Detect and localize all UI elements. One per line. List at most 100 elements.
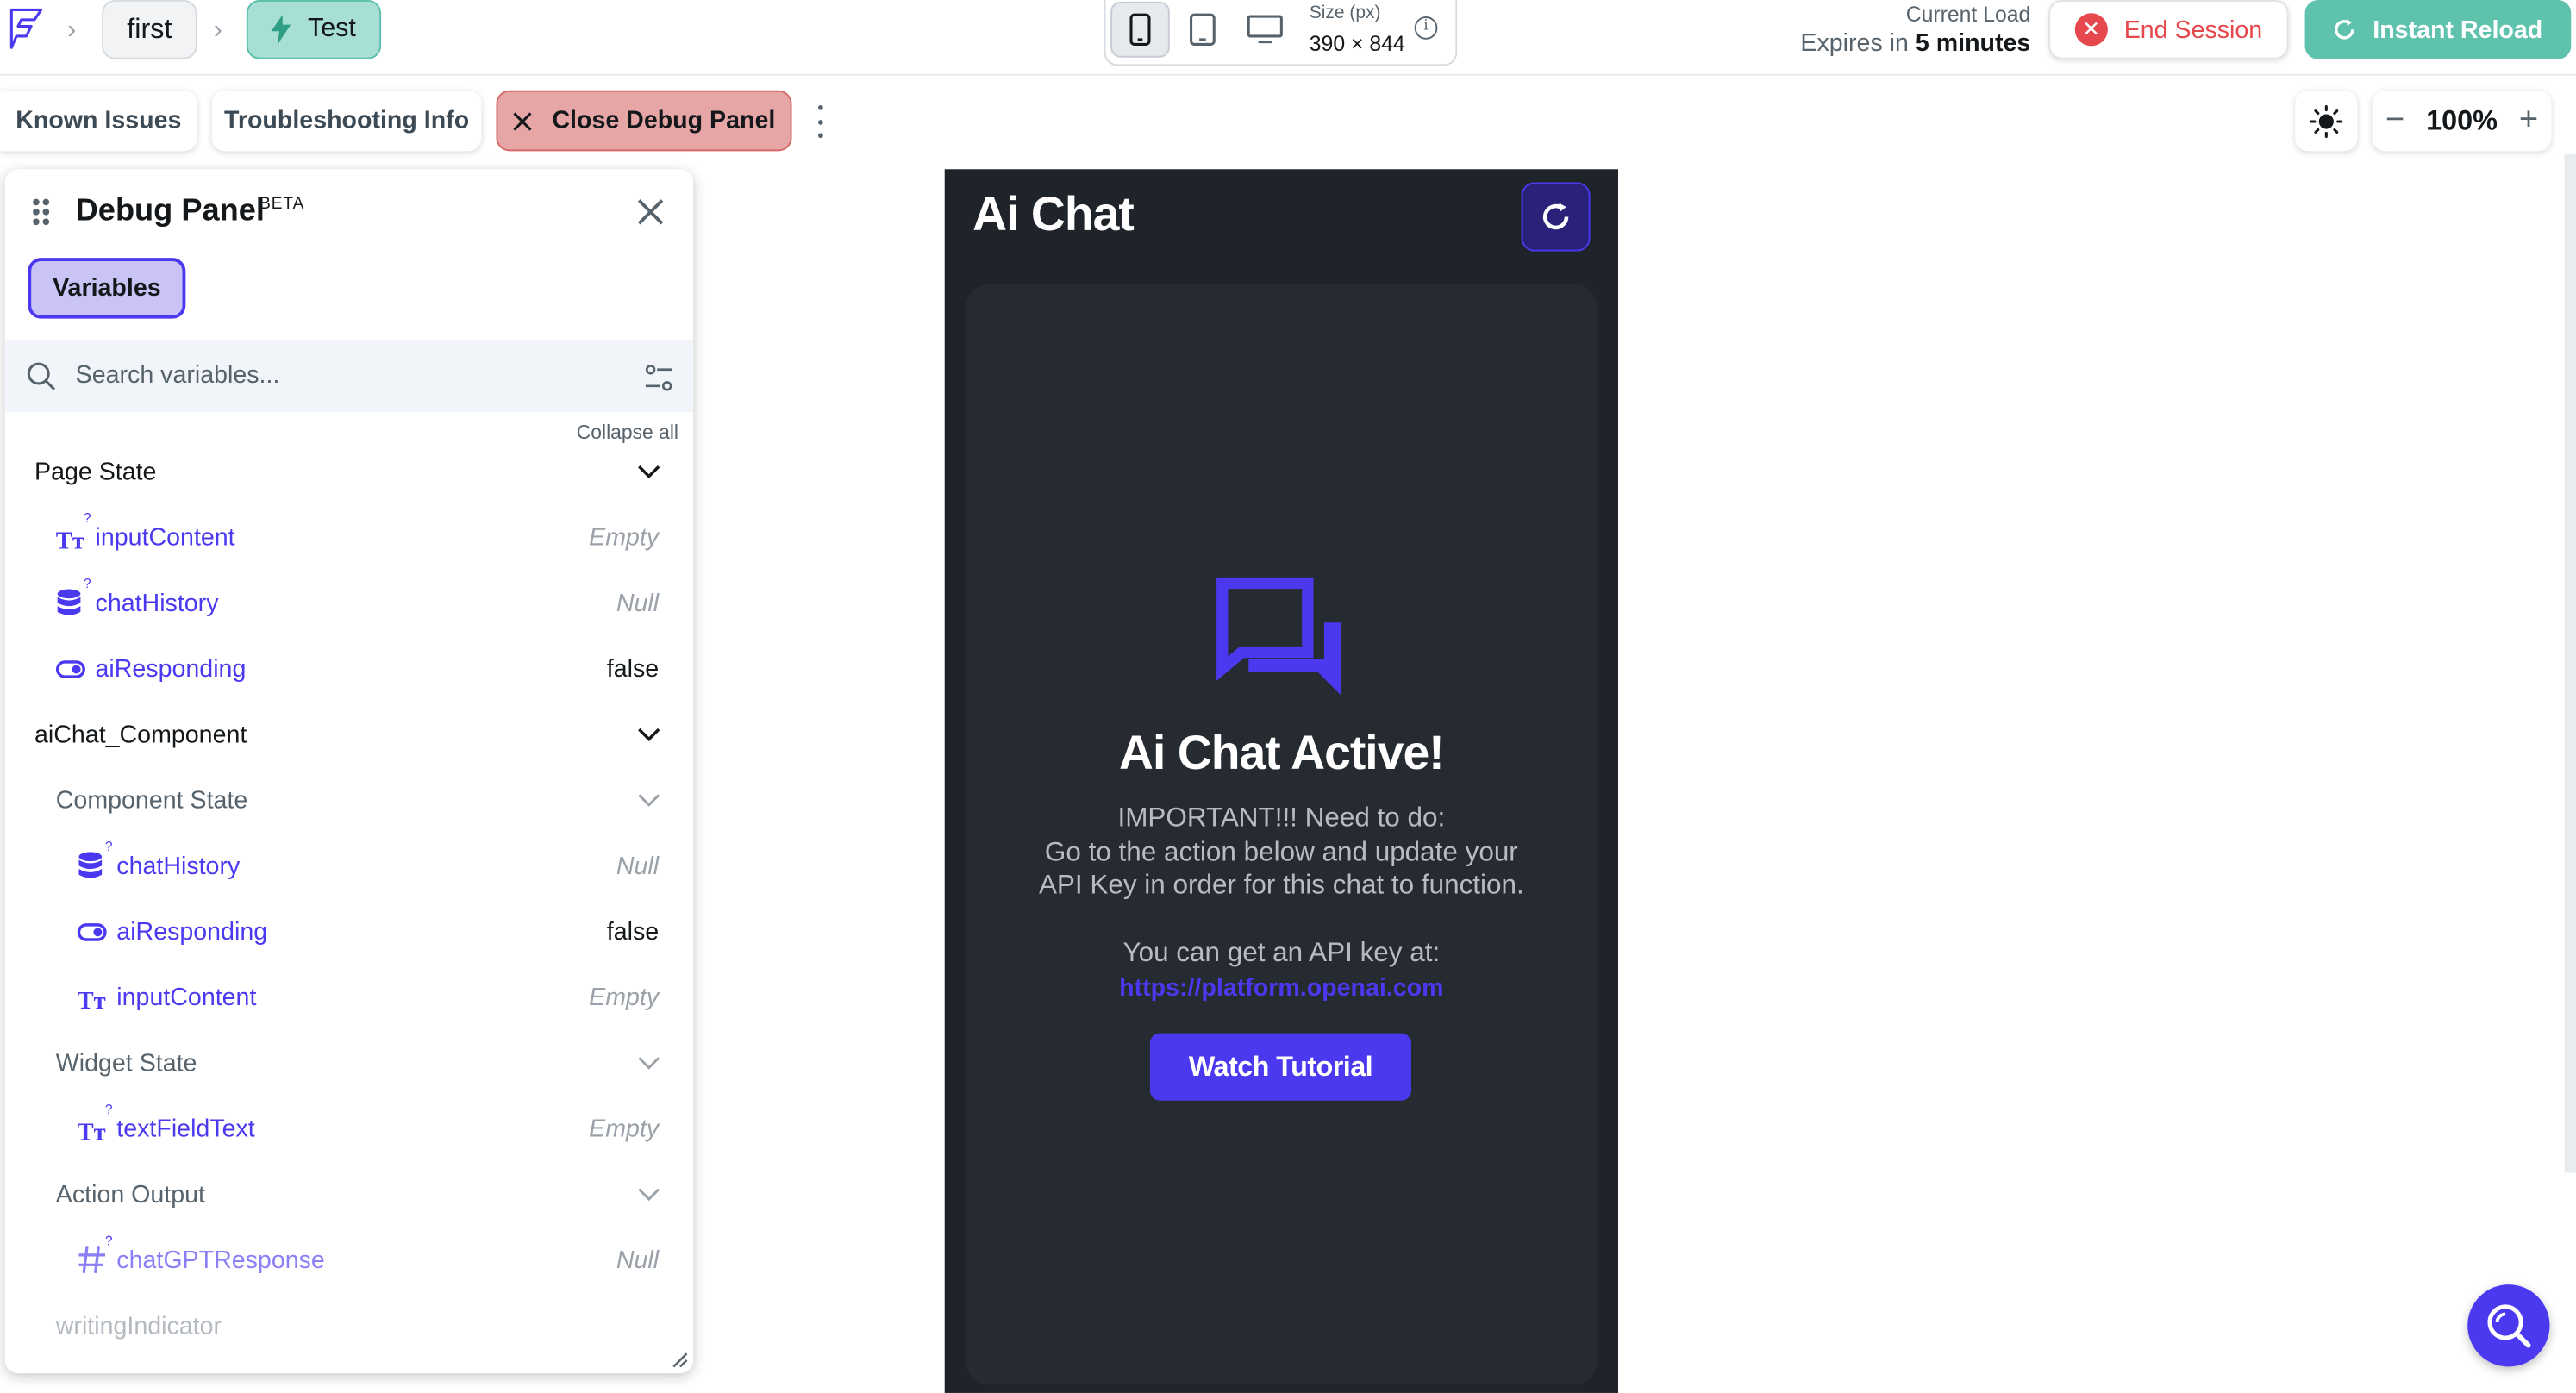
subgroup-label: Action Output — [55, 1180, 205, 1209]
svg-text:Tт: Tт — [78, 988, 106, 1014]
zoom-in-button[interactable]: + — [2519, 102, 2538, 140]
variable-name: textFieldText — [116, 1114, 255, 1143]
variable-value: Null — [616, 589, 660, 617]
refresh-chat-button[interactable] — [1521, 182, 1591, 252]
instruction-line: Go to the action below and update your — [1044, 836, 1518, 867]
openai-link[interactable]: https://platform.openai.com — [966, 974, 1597, 1002]
nullable-marker: ? — [104, 1102, 113, 1117]
refresh-icon — [2335, 19, 2355, 40]
known-issues-button[interactable]: Known Issues — [0, 90, 197, 152]
variable-row[interactable]: Tт ? textFieldText Empty — [5, 1096, 693, 1161]
instruction-line: IMPORTANT!!! Need to do: — [1117, 803, 1446, 834]
help-search-button[interactable] — [2467, 1284, 2550, 1367]
tablet-device-button[interactable] — [1173, 2, 1233, 58]
text-type-icon: Tт — [78, 988, 106, 1014]
phone-device-button[interactable] — [1110, 1, 1170, 58]
subgroup-widget-state[interactable]: Widget State — [5, 1030, 693, 1096]
search-variables-bar[interactable]: Search variables... — [4, 340, 694, 413]
chevron-down-icon — [638, 728, 660, 741]
filter-icon[interactable] — [644, 363, 673, 392]
drag-handle-icon[interactable] — [33, 198, 50, 226]
chevron-down-icon — [638, 1188, 660, 1202]
subgroup-component-state[interactable]: Component State — [5, 767, 693, 833]
variable-name: chatHistory — [95, 589, 219, 617]
variable-value: Null — [616, 1246, 660, 1274]
close-icon[interactable] — [633, 194, 669, 230]
close-debug-label: Close Debug Panel — [552, 106, 776, 135]
desktop-icon — [1247, 15, 1283, 44]
search-input[interactable]: Search variables... — [76, 361, 280, 389]
close-debug-panel-button[interactable]: Close Debug Panel — [496, 90, 792, 152]
svg-text:Tт: Tт — [56, 528, 84, 553]
variable-value: Null — [616, 852, 660, 880]
end-session-label: End Session — [2123, 16, 2263, 44]
variable-name: aiResponding — [116, 917, 268, 946]
instant-reload-label: Instant Reload — [2373, 16, 2543, 44]
info-icon[interactable]: i — [1414, 16, 1438, 40]
close-circle-icon: ✕ — [2074, 13, 2108, 47]
watch-tutorial-label: Watch Tutorial — [1188, 1050, 1373, 1082]
hash-icon — [78, 1246, 105, 1274]
variable-row[interactable]: writingIndicator — [5, 1293, 693, 1359]
theme-toggle-button[interactable] — [2295, 91, 2357, 152]
phone-icon — [1129, 13, 1151, 46]
test-mode-chip[interactable]: Test — [246, 0, 382, 59]
scrollbar[interactable] — [2564, 154, 2576, 1173]
group-page-state[interactable]: Page State — [5, 439, 693, 504]
chevron-down-icon — [638, 465, 660, 479]
variable-name: inputContent — [95, 522, 235, 552]
beta-badge: BETA — [259, 195, 305, 214]
instant-reload-button[interactable]: Instant Reload — [2304, 0, 2572, 59]
top-bar: › first › Test Size (px) 390 × 844 i Cur… — [0, 0, 2576, 76]
variable-row[interactable]: aiResponding false — [5, 635, 693, 701]
variable-value: false — [606, 917, 660, 946]
bolt-icon — [272, 15, 291, 45]
text-type-icon: Tт — [56, 528, 84, 553]
troubleshooting-info-button[interactable]: Troubleshooting Info — [211, 90, 482, 152]
zoom-level: 100% — [2426, 104, 2498, 136]
variable-row[interactable]: Tт inputContent Empty — [5, 965, 693, 1030]
variable-row[interactable]: ? chatGPTResponse Null — [5, 1227, 693, 1292]
end-session-button[interactable]: ✕ End Session — [2048, 0, 2289, 59]
session-expiry: Expires in 5 minutes — [1800, 29, 2030, 57]
project-name: first — [127, 13, 172, 45]
variable-row[interactable]: Tт ? inputContent Empty — [5, 504, 693, 570]
nullable-marker: ? — [104, 839, 113, 854]
current-load-label: Current Load — [1905, 1, 2031, 27]
tablet-icon — [1190, 13, 1216, 46]
subgroup-action-output[interactable]: Action Output — [5, 1161, 693, 1227]
more-options-icon[interactable] — [813, 104, 826, 139]
resize-handle-icon[interactable] — [672, 1352, 688, 1368]
size-label: Size (px) — [1309, 3, 1381, 23]
variable-value: Empty — [589, 1114, 660, 1143]
tab-variables[interactable]: Variables — [28, 258, 186, 319]
zoom-out-button[interactable]: − — [2385, 102, 2404, 140]
debug-panel: Debug Panel BETA Variables Search variab… — [4, 169, 694, 1374]
search-icon — [2487, 1304, 2531, 1348]
desktop-device-button[interactable] — [1235, 2, 1295, 58]
variable-value: Empty — [589, 983, 660, 1011]
chat-instructions: IMPORTANT!!! Need to do: Go to the actio… — [966, 802, 1597, 970]
variable-row[interactable]: ? chatHistory Null — [5, 570, 693, 635]
debug-panel-title: Debug Panel — [75, 193, 265, 228]
variable-row[interactable]: aiResponding false — [5, 898, 693, 964]
zoom-control: − 100% + — [2373, 91, 2552, 152]
subgroup-label: Component State — [55, 785, 248, 815]
watch-tutorial-button[interactable]: Watch Tutorial — [1149, 1033, 1411, 1101]
group-label: aiChat_Component — [34, 720, 247, 749]
tab-variables-label: Variables — [53, 274, 161, 303]
nullable-marker: ? — [104, 1234, 113, 1249]
group-label: Page State — [34, 457, 157, 486]
chevron-right-icon: › — [67, 16, 77, 45]
svg-text:Tт: Tт — [78, 1119, 106, 1145]
database-icon — [78, 852, 103, 878]
known-issues-label: Known Issues — [16, 106, 182, 135]
expires-value: 5 minutes — [1915, 29, 2031, 58]
flutterflow-logo-icon[interactable] — [7, 7, 47, 53]
variable-name: writingIndicator — [55, 1311, 222, 1340]
close-icon — [513, 111, 532, 130]
variable-row[interactable]: ? chatHistory Null — [5, 833, 693, 898]
project-chip[interactable]: first — [102, 0, 197, 59]
group-aichat-component[interactable]: aiChat_Component — [5, 702, 693, 767]
